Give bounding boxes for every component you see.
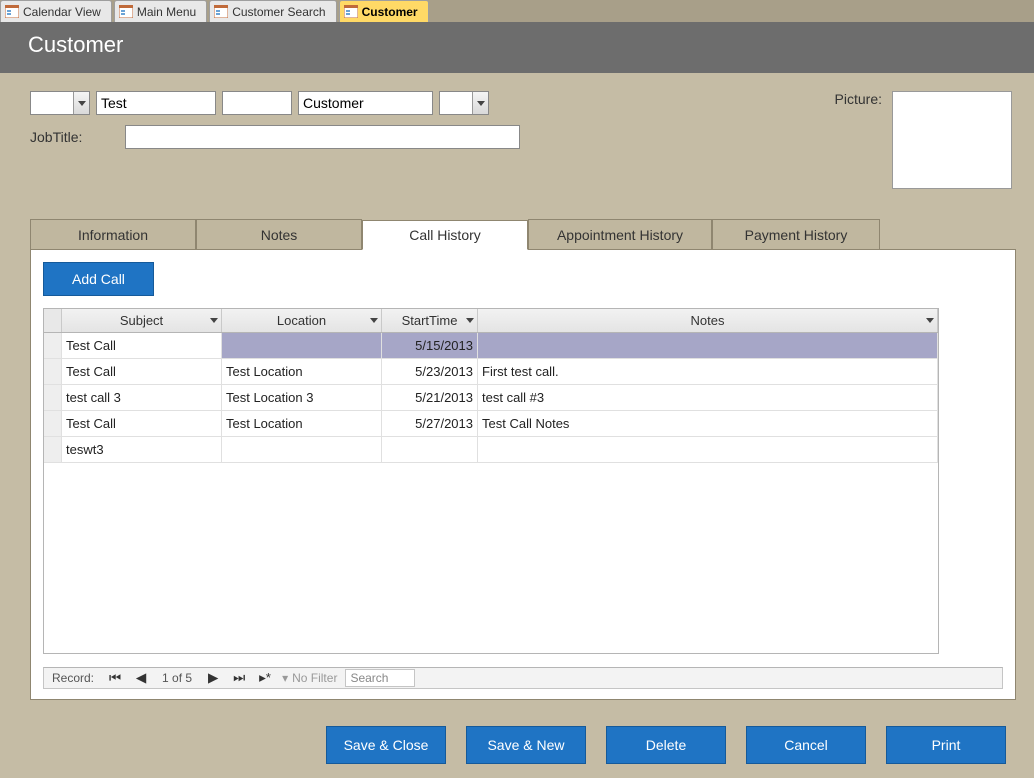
doc-tab-label: Customer Search [232,5,325,19]
call-history-panel: Add Call Subject Location StartTime Note… [30,250,1016,700]
doc-tab-label: Calendar View [23,5,101,19]
tab-notes[interactable]: Notes [196,219,362,249]
doc-tab-label: Main Menu [137,5,196,19]
add-call-button[interactable]: Add Call [43,262,154,296]
row-selector-header[interactable] [44,309,62,332]
jobtitle-label: JobTitle: [30,129,114,145]
col-location[interactable]: Location [222,309,382,332]
tab-payment-history[interactable]: Payment History [712,219,880,249]
doc-tab-label: Customer [362,5,418,19]
cell-subject[interactable]: Test Call [62,411,222,437]
grid-search-input[interactable]: Search [345,669,415,687]
table-row[interactable]: Test CallTest Location5/27/2013Test Call… [44,411,938,437]
nav-prev-button[interactable]: ◀ [132,670,150,686]
name-row [30,91,520,115]
cancel-button[interactable]: Cancel [746,726,866,764]
cell-notes[interactable] [478,437,938,463]
doc-tab-main-menu[interactable]: Main Menu [114,0,207,22]
doc-tab-calendar-view[interactable]: Calendar View [0,0,112,22]
picture-label: Picture: [835,91,882,189]
main-area: JobTitle: Picture: Information Notes Cal… [0,73,1034,712]
cell-location[interactable] [222,333,382,359]
chevron-down-icon [465,316,475,326]
tab-information[interactable]: Information [30,219,196,249]
nav-next-button[interactable]: ▶ [204,670,222,686]
doc-tab-customer-search[interactable]: Customer Search [209,0,336,22]
row-selector[interactable] [44,411,62,437]
last-name-input[interactable] [298,91,433,115]
record-navigator: Record: ⏮ ◀ 1 of 5 ▶ ⏭ ▸* ▾No Filter Sea… [43,667,1003,689]
cell-notes[interactable]: test call #3 [478,385,938,411]
table-row[interactable]: teswt3 [44,437,938,463]
cell-notes[interactable]: Test Call Notes [478,411,938,437]
chevron-down-icon [925,316,935,326]
tab-call-history[interactable]: Call History [362,220,528,250]
picture-area: Picture: [835,91,1012,189]
nav-new-button[interactable]: ▸* [256,670,274,686]
table-row[interactable]: Test Call 5/15/2013 [44,333,938,359]
page-header: Customer [0,22,1034,73]
form-icon [5,5,19,18]
form-icon [344,5,358,18]
table-row[interactable]: Test CallTest Location5/23/2013First tes… [44,359,938,385]
grid-body: Test Call5/15/2013Test CallTest Location… [44,333,938,653]
cell-notes[interactable] [478,333,938,359]
cell-subject[interactable]: test call 3 [62,385,222,411]
cell-starttime[interactable]: 5/27/2013 [382,411,478,437]
cell-starttime[interactable]: 5/15/2013 [382,333,478,359]
document-tabs: Calendar View Main Menu Customer Search … [0,0,1034,22]
col-subject[interactable]: Subject [62,309,222,332]
delete-button[interactable]: Delete [606,726,726,764]
fields-left: JobTitle: [30,91,520,189]
form-icon [214,5,228,18]
form-icon [119,5,133,18]
cell-subject[interactable]: Test Call [62,333,222,359]
nav-last-button[interactable]: ⏭ [230,670,248,686]
chevron-down-icon [209,316,219,326]
cell-notes[interactable]: First test call. [478,359,938,385]
row-selector[interactable] [44,437,62,463]
nav-first-button[interactable]: ⏮ [106,670,124,686]
calls-grid: Subject Location StartTime Notes Test Ca… [43,308,939,654]
suffix-dropdown[interactable] [439,91,489,115]
cell-subject[interactable]: teswt3 [62,437,222,463]
save-close-button[interactable]: Save & Close [326,726,446,764]
picture-box[interactable] [892,91,1012,189]
cell-starttime[interactable]: 5/23/2013 [382,359,478,385]
jobtitle-row: JobTitle: [30,125,520,149]
col-notes[interactable]: Notes [478,309,938,332]
page-title: Customer [28,32,123,57]
record-label: Record: [48,671,98,685]
prefix-dropdown[interactable] [30,91,90,115]
row-selector[interactable] [44,359,62,385]
jobtitle-input[interactable] [125,125,520,149]
chevron-down-icon [472,92,488,114]
cell-starttime[interactable]: 5/21/2013 [382,385,478,411]
no-filter-indicator: ▾No Filter [282,671,337,685]
row-selector[interactable] [44,385,62,411]
footer-buttons: Save & Close Save & New Delete Cancel Pr… [0,712,1034,778]
filter-icon: ▾ [282,671,288,685]
doc-tab-customer[interactable]: Customer [339,0,429,22]
row-selector[interactable] [44,333,62,359]
chevron-down-icon [73,92,89,114]
cell-location[interactable]: Test Location 3 [222,385,382,411]
middle-name-input[interactable] [222,91,292,115]
chevron-down-icon [369,316,379,326]
print-button[interactable]: Print [886,726,1006,764]
tab-appointment-history[interactable]: Appointment History [528,219,712,249]
first-name-input[interactable] [96,91,216,115]
customer-fields: JobTitle: Picture: [30,91,1016,189]
save-new-button[interactable]: Save & New [466,726,586,764]
grid-header: Subject Location StartTime Notes [44,309,938,333]
detail-tabs: Information Notes Call History Appointme… [30,219,1016,250]
table-row[interactable]: test call 3Test Location 35/21/2013test … [44,385,938,411]
cell-location[interactable]: Test Location [222,411,382,437]
record-position: 1 of 5 [158,671,196,685]
cell-location[interactable] [222,437,382,463]
col-starttime[interactable]: StartTime [382,309,478,332]
cell-subject[interactable]: Test Call [62,359,222,385]
cell-starttime[interactable] [382,437,478,463]
cell-location[interactable]: Test Location [222,359,382,385]
